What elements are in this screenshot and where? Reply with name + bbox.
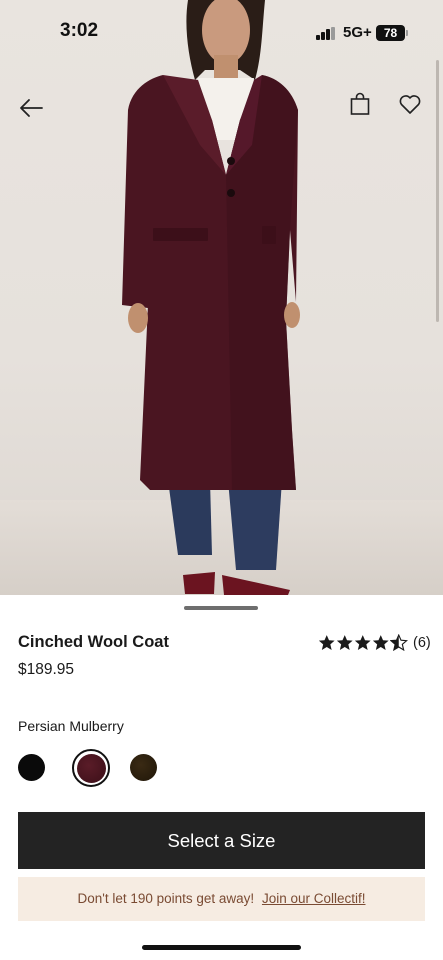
signal-icon	[316, 27, 336, 40]
review-count[interactable]: (6)	[413, 635, 431, 651]
star-icon	[372, 635, 389, 650]
model-figure	[122, 0, 300, 595]
promo-banner: Don't let 190 points get away! Join our …	[18, 877, 425, 921]
star-icon	[354, 635, 371, 650]
network-label: 5G+	[343, 24, 372, 41]
swatch-black[interactable]	[18, 754, 45, 781]
battery-tip	[406, 30, 408, 36]
shopping-bag-icon[interactable]	[349, 92, 371, 116]
selected-color-label: Persian Mulberry	[18, 718, 124, 734]
swatch-persian-mulberry[interactable]	[76, 753, 106, 783]
sheet-drag-handle[interactable]	[184, 606, 258, 610]
home-indicator[interactable]	[142, 945, 301, 950]
image-scrollbar[interactable]	[436, 60, 439, 322]
rating-stars	[318, 634, 408, 651]
heart-icon[interactable]	[398, 93, 422, 115]
promo-text: Don't let 190 points get away!	[77, 891, 255, 906]
product-name: Cinched Wool Coat	[18, 633, 169, 651]
rating[interactable]: (6)	[318, 634, 431, 651]
product-image[interactable]: 3:02 5G+ 78	[0, 0, 443, 595]
status-time: 3:02	[60, 20, 99, 41]
star-icon	[336, 635, 353, 650]
product-price: $189.95	[18, 661, 75, 678]
half-star-icon	[390, 634, 408, 651]
select-size-button[interactable]: Select a Size	[18, 812, 425, 869]
join-collectif-link[interactable]: Join our Collectif!	[262, 891, 366, 906]
star-icon	[318, 635, 335, 650]
swatch-brown[interactable]	[130, 754, 157, 781]
battery-icon: 78	[376, 25, 405, 41]
arrow-left-icon[interactable]	[18, 96, 44, 120]
